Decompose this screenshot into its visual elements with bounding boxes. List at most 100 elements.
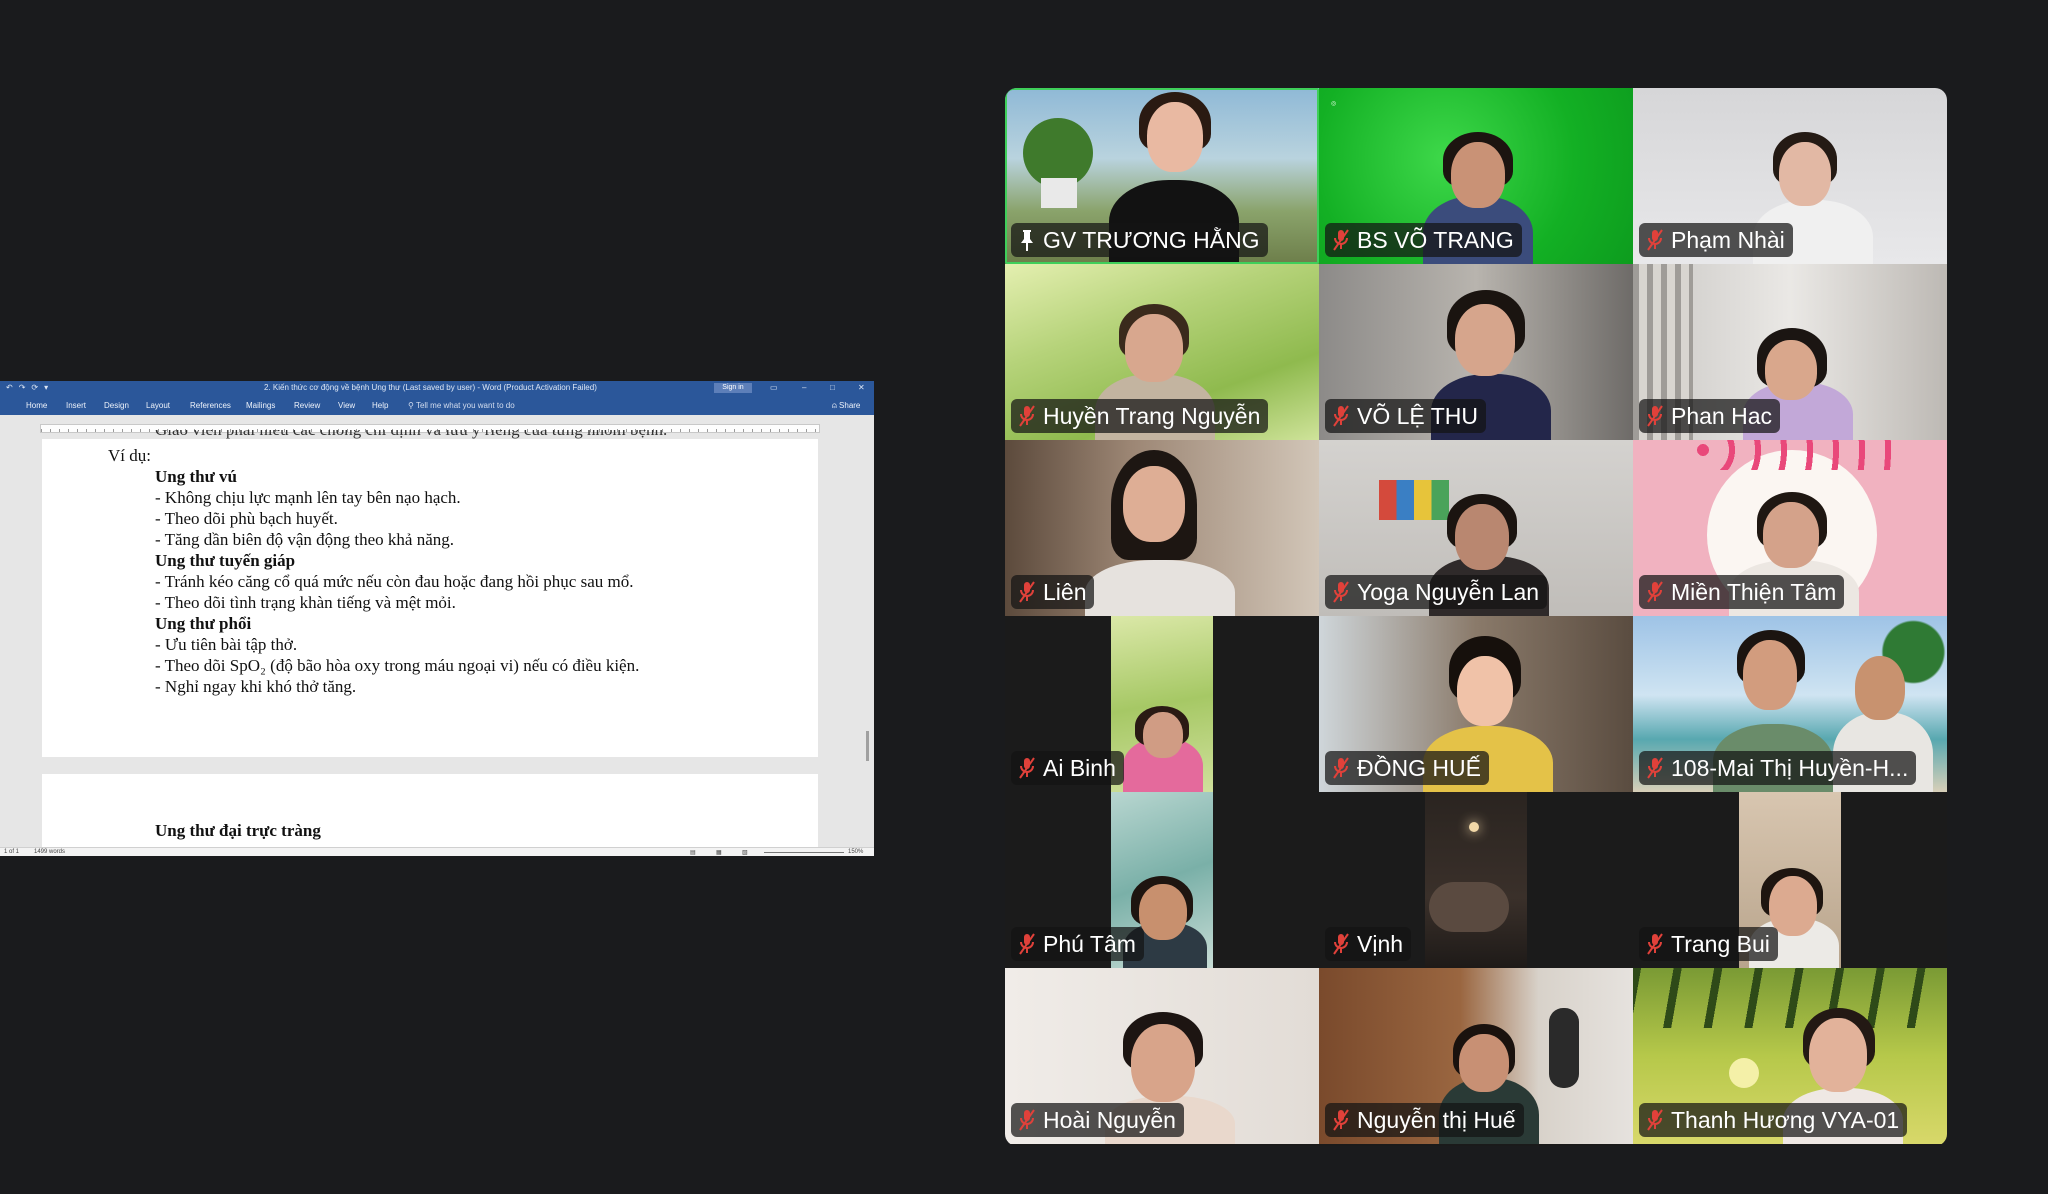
close-icon[interactable]: ✕: [858, 381, 865, 395]
document-title: 2. Kiến thức cơ động về bệnh Ung thư (La…: [264, 383, 597, 392]
second-person-face: [1855, 656, 1905, 720]
person-face: [1765, 340, 1817, 400]
person-face: [1769, 876, 1817, 936]
tell-me-text: Tell me what you want to do: [415, 401, 515, 410]
tell-me-search[interactable]: ⚲ Tell me what you want to do: [408, 401, 515, 410]
tab-design[interactable]: Design: [104, 401, 129, 410]
mic-muted-icon: [1333, 581, 1349, 603]
participant-label: Yoga Nguyễn Lan: [1325, 575, 1548, 609]
participant-tile[interactable]: VÕ LỆ THU: [1319, 264, 1633, 440]
ribbon-display-icon[interactable]: ▭: [770, 381, 778, 395]
participant-label: BS VÕ TRANG: [1325, 223, 1522, 257]
mic-muted-icon: [1019, 581, 1035, 603]
sign-in-button[interactable]: Sign in: [714, 383, 752, 393]
participant-tile[interactable]: GV TRƯƠNG HẰNG: [1005, 88, 1319, 264]
participant-name: ĐỒNG HUẾ: [1357, 755, 1481, 781]
person-face: [1743, 640, 1797, 710]
mic-muted-icon: [1019, 933, 1035, 955]
video-gallery: GV TRƯƠNG HẰNG ◎ BS VÕ TRANG Phạm Nhài H…: [1005, 88, 1947, 1146]
tab-help[interactable]: Help: [372, 401, 388, 410]
participant-label: Ai Binh: [1011, 751, 1124, 785]
read-mode-icon[interactable]: ▤: [690, 849, 696, 856]
participant-name: BS VÕ TRANG: [1357, 227, 1514, 253]
participant-tile[interactable]: Thanh Hương VYA-01: [1633, 968, 1947, 1144]
participant-name: Nguyễn thị Huế: [1357, 1107, 1516, 1133]
mic-muted-icon: [1647, 405, 1663, 427]
participant-tile[interactable]: Phạm Nhài: [1633, 88, 1947, 264]
participant-tile[interactable]: Huyền Trang Nguyễn: [1005, 264, 1319, 440]
list-item: - Không chịu lực mạnh lên tay bên nạo hạ…: [155, 488, 461, 507]
document-page-2[interactable]: [42, 774, 818, 856]
section-heading: Ung thư đại trực tràng: [155, 821, 321, 840]
shared-screen-word[interactable]: ↶↷⟳▾ 2. Kiến thức cơ động về bệnh Ung th…: [0, 381, 874, 856]
person-face: [1143, 712, 1183, 758]
participant-tile[interactable]: Phú Tâm: [1005, 792, 1319, 968]
page-count: 1 of 1: [4, 849, 20, 855]
zoom-slider[interactable]: [764, 852, 844, 853]
tab-review[interactable]: Review: [294, 401, 320, 410]
participant-tile[interactable]: Yoga Nguyễn Lan: [1319, 440, 1633, 616]
participant-name: Hoài Nguyễn: [1043, 1107, 1176, 1133]
participant-tile[interactable]: Vịnh: [1319, 792, 1633, 968]
participant-tile[interactable]: Ai Binh: [1005, 616, 1319, 792]
portrait-video: [1425, 792, 1527, 968]
mic-muted-icon: [1333, 933, 1349, 955]
share-button[interactable]: ⍝ Share: [832, 401, 860, 411]
flower-pot: [1041, 178, 1077, 208]
participant-name: GV TRƯƠNG HẰNG: [1043, 227, 1260, 253]
participant-label: Thanh Hương VYA-01: [1639, 1103, 1908, 1137]
participant-label: Phú Tâm: [1011, 927, 1144, 961]
participant-tile[interactable]: Hoài Nguyễn: [1005, 968, 1319, 1144]
person-face: [1779, 142, 1831, 206]
maximize-icon[interactable]: □: [830, 381, 835, 395]
tab-mailings[interactable]: Mailings: [246, 401, 275, 410]
mic-muted-icon: [1647, 229, 1663, 251]
participant-tile[interactable]: Nguyễn thị Huế: [1319, 968, 1633, 1144]
tab-references[interactable]: References: [190, 401, 231, 410]
person-face: [1459, 1034, 1509, 1092]
lightbulb-icon: ⚲: [408, 401, 416, 410]
participant-tile[interactable]: Liên: [1005, 440, 1319, 616]
participant-tile[interactable]: ĐỒNG HUẾ: [1319, 616, 1633, 792]
vertical-scrollbar[interactable]: [866, 731, 869, 761]
participant-tile[interactable]: ◎ BS VÕ TRANG: [1319, 88, 1633, 264]
zoom-level[interactable]: 150%: [848, 849, 863, 855]
minimize-icon[interactable]: –: [802, 381, 806, 395]
lamp-light: [1469, 822, 1479, 832]
participant-tile[interactable]: Phan Hac: [1633, 264, 1947, 440]
mic-muted-icon: [1333, 757, 1349, 779]
person-face: [1451, 142, 1505, 208]
section-heading: Ung thư tuyến giáp: [155, 551, 296, 570]
participant-tile[interactable]: 108-Mai Thị Huyền-H...: [1633, 616, 1947, 792]
participant-name: Trang Bui: [1671, 931, 1770, 957]
participant-name: 108-Mai Thị Huyền-H...: [1671, 755, 1909, 781]
share-label: Share: [839, 401, 861, 410]
tree-silhouettes: [1633, 968, 1947, 1028]
participant-name: VÕ LỆ THU: [1357, 403, 1478, 429]
tab-home[interactable]: Home: [26, 401, 47, 410]
web-layout-icon[interactable]: ▧: [742, 849, 748, 856]
tab-view[interactable]: View: [338, 401, 355, 410]
participant-name: Phú Tâm: [1043, 931, 1136, 957]
participant-name: Phan Hac: [1671, 403, 1773, 429]
quick-access-icons[interactable]: ↶↷⟳▾: [6, 381, 54, 395]
participant-tile[interactable]: Miền Thiện Tâm: [1633, 440, 1947, 616]
person-face: [1123, 466, 1185, 542]
section-heading: Ung thư vú: [155, 467, 238, 486]
cherry-blossom-decoration: [1693, 440, 1903, 470]
mic-muted-icon: [1019, 757, 1035, 779]
person-face: [1763, 502, 1819, 568]
participant-tile[interactable]: Trang Bui: [1633, 792, 1947, 968]
word-count[interactable]: 1499 words: [34, 849, 65, 855]
participant-name: Ai Binh: [1043, 755, 1116, 781]
mic-muted-icon: [1333, 1109, 1349, 1131]
status-bar: 1 of 1 1499 words ▤ ▦ ▧ 150%: [0, 847, 874, 856]
participant-label: Trang Bui: [1639, 927, 1778, 961]
cut-off-line-text: Giáo viên phải hiểu các chống chỉ định v…: [155, 430, 667, 439]
tab-layout[interactable]: Layout: [146, 401, 170, 410]
participant-name: Miền Thiện Tâm: [1671, 579, 1837, 605]
tab-insert[interactable]: Insert: [66, 401, 86, 410]
participant-label: Vịnh: [1325, 927, 1412, 961]
print-layout-icon[interactable]: ▦: [716, 849, 722, 856]
colored-blocks: [1379, 480, 1449, 520]
